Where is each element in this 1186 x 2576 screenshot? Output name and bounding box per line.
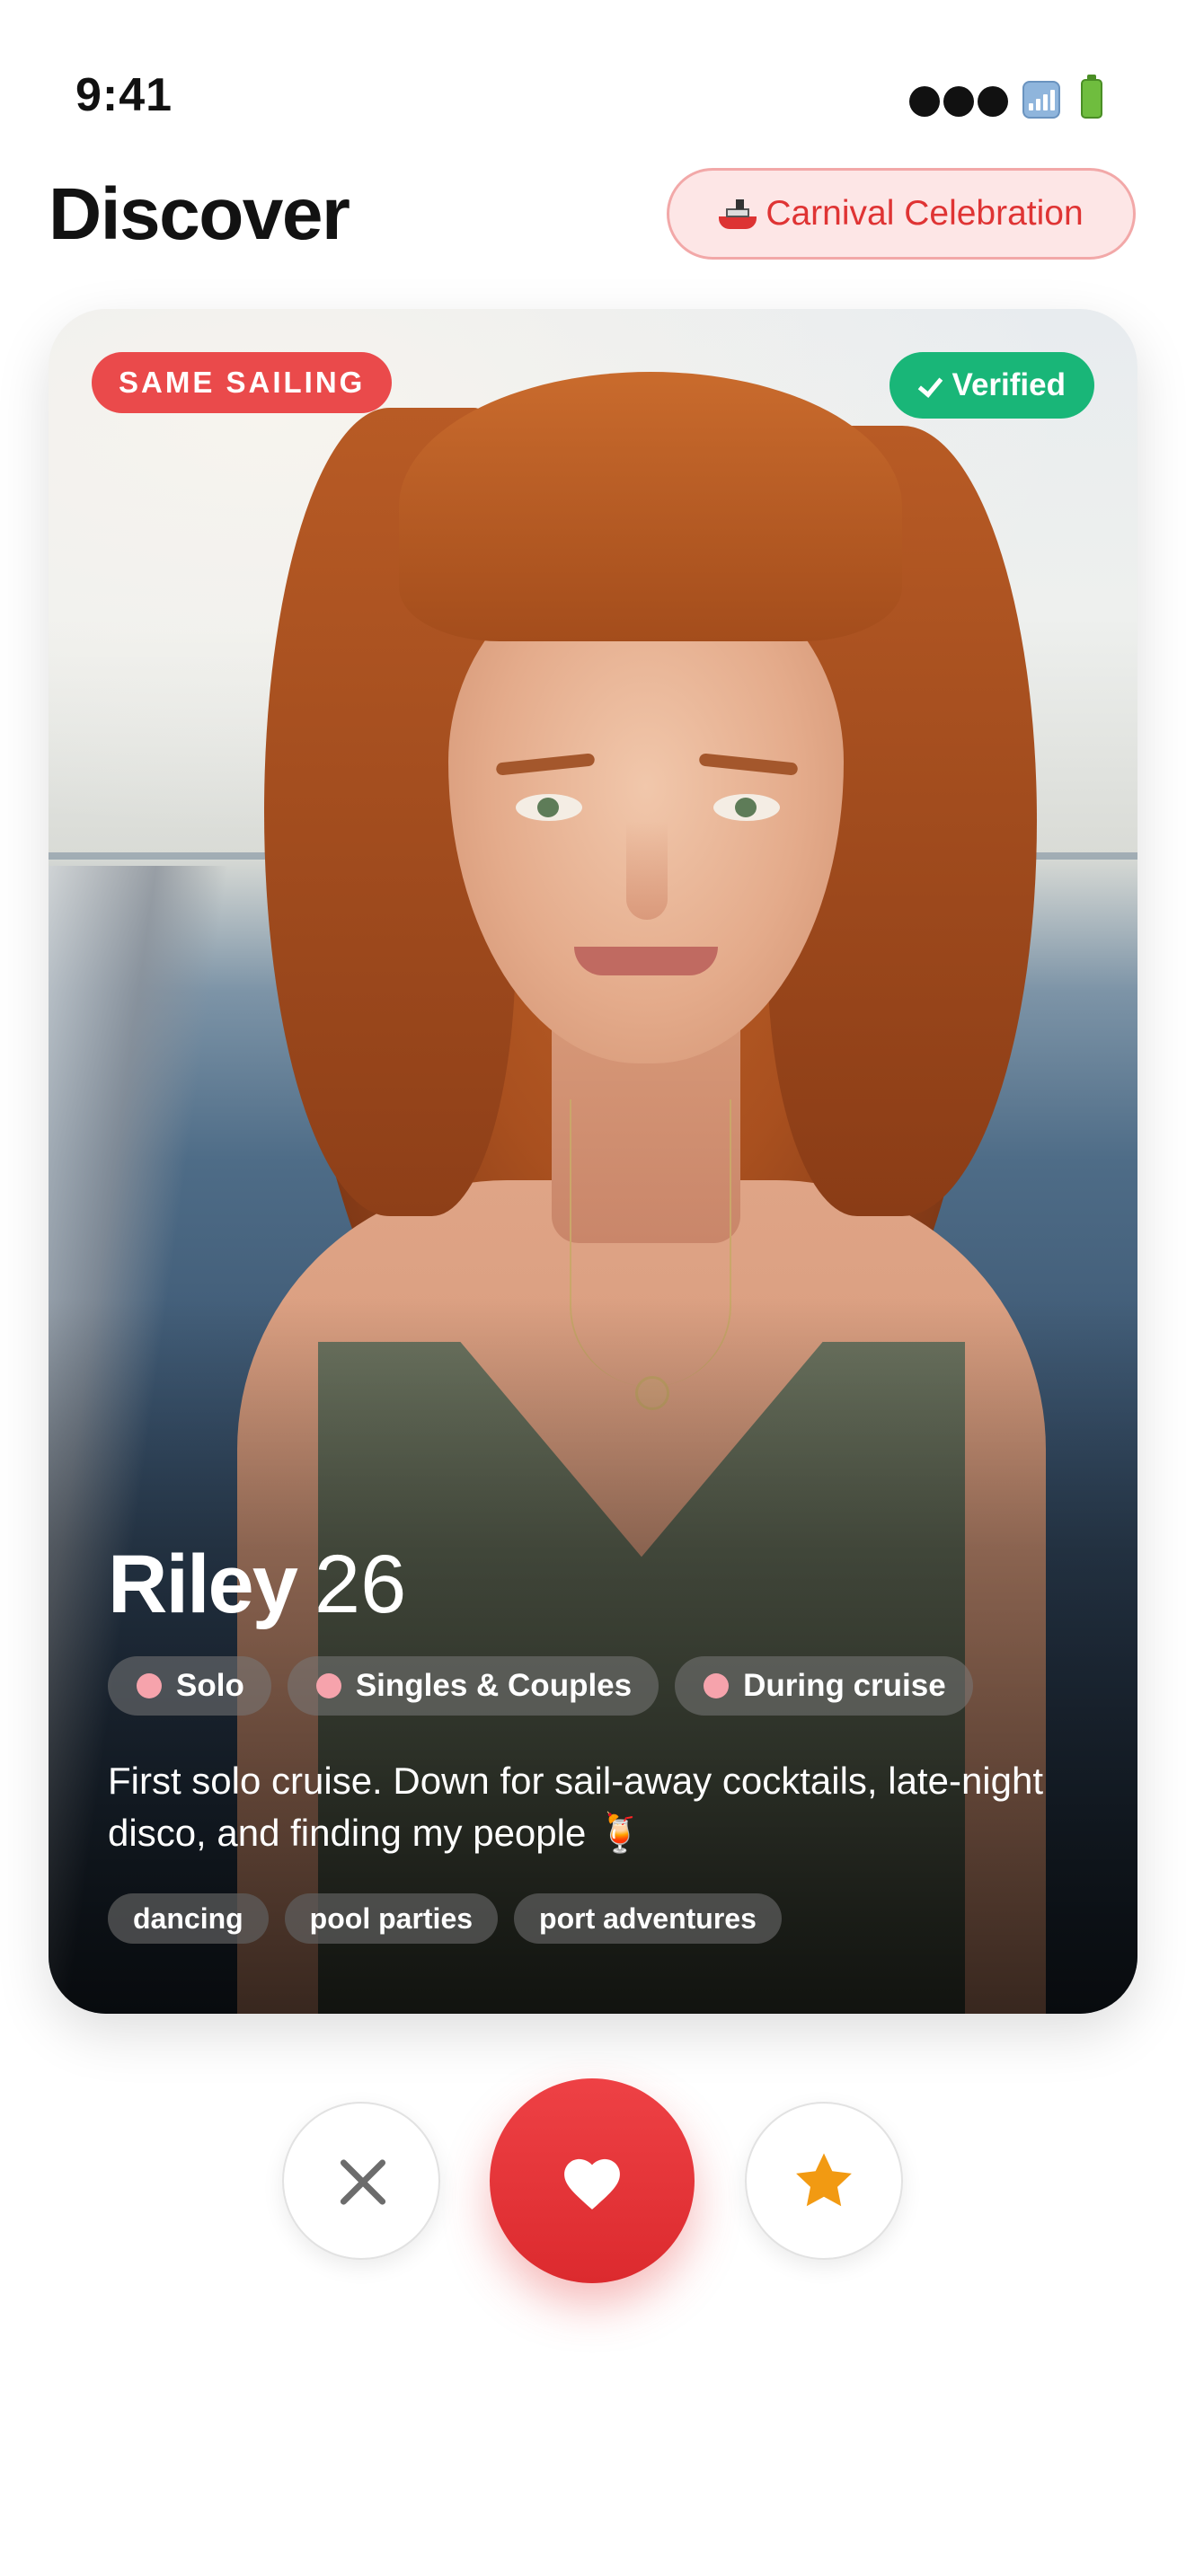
chip-label: Solo (176, 1668, 244, 1703)
profile-age: 26 (314, 1539, 407, 1630)
same-sailing-badge: SAME SAILING (92, 352, 393, 413)
check-icon (918, 374, 942, 397)
status-bar: 9:41 (0, 0, 1186, 153)
profile-chips: Solo Singles & Couples During cruise (108, 1656, 973, 1716)
battery-icon (1081, 75, 1102, 119)
interest-tag: port adventures (514, 1893, 782, 1944)
heart-icon (564, 2158, 620, 2210)
chip-meet-timing: During cruise (675, 1656, 973, 1716)
chip-travel-style: Solo (108, 1656, 271, 1716)
profile-name: Riley (108, 1539, 298, 1630)
profile-bio: First solo cruise. Down for sail-away co… (108, 1760, 1044, 1854)
chip-label: Singles & Couples (355, 1668, 633, 1703)
profile-card[interactable]: SAME SAILING Verified Riley 26 Solo Sing… (49, 309, 1137, 2014)
signal-icon (1022, 81, 1060, 119)
dot-icon (704, 1673, 730, 1698)
profile-name-row: Riley 26 (108, 1538, 406, 1632)
pass-button[interactable] (282, 2102, 440, 2260)
dot-icon (315, 1673, 341, 1698)
interest-tags: dancing pool parties port adventures (108, 1893, 782, 1944)
event-pill-label: Carnival Celebration (766, 194, 1084, 233)
chip-looking-for: Singles & Couples (287, 1656, 659, 1716)
dot-icon (137, 1673, 162, 1698)
interest-tag: pool parties (284, 1893, 499, 1944)
interest-tag: dancing (108, 1893, 269, 1944)
chip-label: During cruise (743, 1668, 946, 1703)
event-pill-button[interactable]: Carnival Celebration (667, 168, 1136, 260)
cellular-dots-icon (909, 86, 1008, 117)
page-title: Discover (49, 173, 350, 255)
like-button[interactable] (490, 2078, 695, 2283)
close-icon (336, 2156, 390, 2210)
ship-icon (719, 198, 757, 229)
superlike-button[interactable] (745, 2102, 903, 2260)
star-icon (796, 2153, 852, 2207)
verified-badge: Verified (889, 352, 1094, 419)
status-time: 9:41 (75, 69, 173, 121)
action-bar (0, 2066, 1186, 2335)
verified-label: Verified (951, 367, 1066, 402)
